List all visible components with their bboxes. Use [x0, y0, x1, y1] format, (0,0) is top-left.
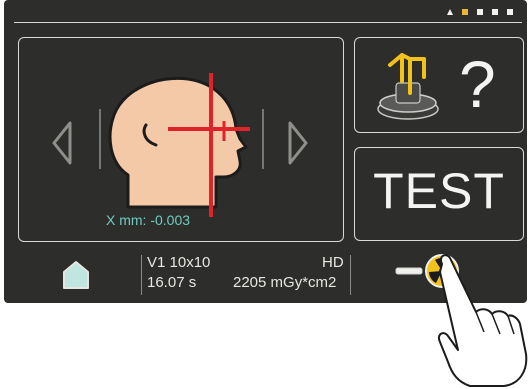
page-dot	[477, 9, 483, 15]
chevron-right-icon[interactable]	[288, 121, 308, 165]
program-label: V1 10x10	[147, 254, 211, 271]
chevron-left-icon[interactable]	[52, 121, 72, 165]
x-position-readout: X mm: -0.003	[106, 212, 190, 228]
page-dot	[507, 9, 513, 15]
page-indicator	[447, 9, 513, 15]
page-dot-active	[462, 9, 468, 15]
status-separator-left	[141, 255, 142, 295]
page-dot	[492, 9, 498, 15]
quality-label: HD	[322, 254, 344, 271]
test-button-label: TEST	[373, 163, 505, 219]
x-label: X mm:	[106, 212, 147, 228]
header-divider	[14, 22, 522, 23]
test-button[interactable]: TEST	[354, 147, 524, 241]
dose-value: 2205 mGy*cm2	[233, 274, 337, 291]
help-question-mark: ?	[459, 47, 496, 121]
exposure-time: 16.07 s	[147, 274, 197, 291]
x-value: -0.003	[150, 212, 191, 228]
page-indicator-triangle	[447, 9, 453, 15]
status-separator-right	[350, 255, 351, 295]
head-profile-icon	[108, 76, 248, 209]
pointing-hand-icon	[438, 254, 528, 387]
home-icon[interactable]	[56, 254, 96, 294]
bite-block-icon	[377, 53, 439, 120]
bite-block-help-button[interactable]: ?	[354, 37, 524, 133]
